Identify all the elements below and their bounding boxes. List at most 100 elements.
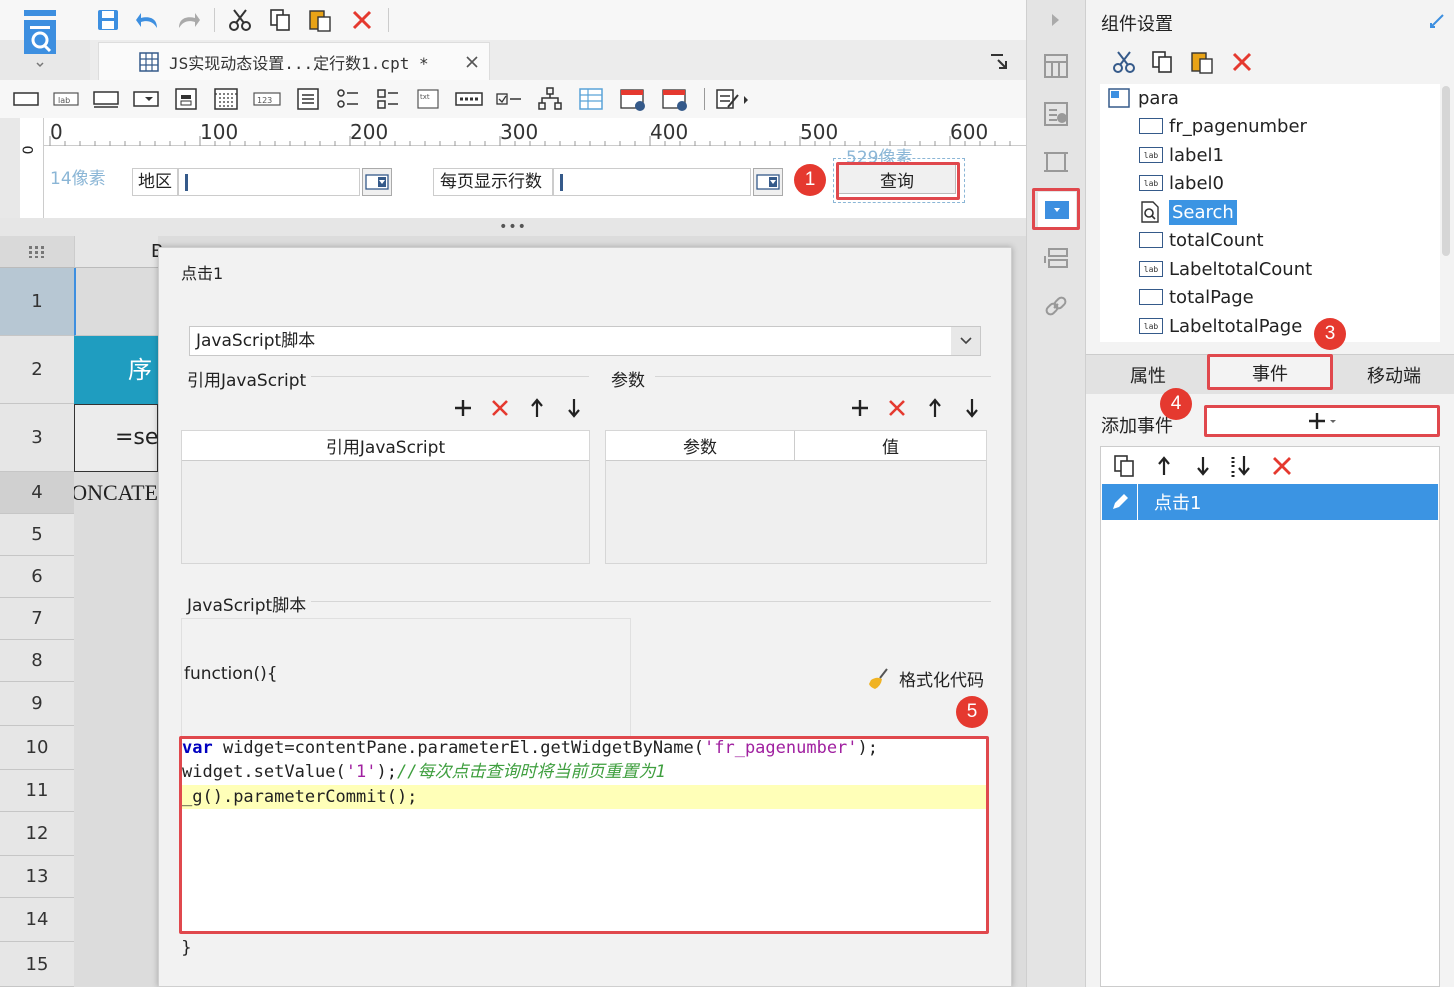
copy-widget-icon[interactable] xyxy=(1148,48,1176,76)
list-widget-icon[interactable] xyxy=(294,86,322,112)
move-up-param-icon[interactable] xyxy=(923,396,947,420)
close-icon[interactable] xyxy=(465,55,479,69)
date-range-widget-icon[interactable] xyxy=(618,84,648,114)
ruler-tick: 0 xyxy=(50,120,63,144)
number-widget-icon[interactable]: 123 xyxy=(252,88,282,110)
undo-icon[interactable] xyxy=(134,6,162,34)
text-widget-icon[interactable]: txt xyxy=(414,86,442,112)
label-rows-per-page[interactable]: 每页显示行数 xyxy=(433,168,553,196)
label-widget-icon[interactable]: lab xyxy=(52,88,80,110)
row-header[interactable]: 9 xyxy=(0,682,74,726)
expand-right-icon[interactable] xyxy=(1044,8,1068,32)
tree-item-label0[interactable]: lab label0 xyxy=(1139,169,1224,197)
tab-document[interactable]: JS实现动态设置...定行数1.cpt * xyxy=(98,42,490,80)
delete-icon[interactable] xyxy=(348,6,376,34)
add-ref-js-icon[interactable] xyxy=(451,396,475,420)
row-header[interactable]: 15 xyxy=(0,942,74,987)
checkbox-widget-icon[interactable] xyxy=(494,88,524,110)
tree-item-labeltotalpage[interactable]: lab LabeltotalPage xyxy=(1139,312,1302,340)
calendar-widget-icon[interactable] xyxy=(212,86,240,112)
save-icon[interactable] xyxy=(94,6,122,34)
row-header[interactable]: 5 xyxy=(0,514,74,556)
rows-combobox[interactable] xyxy=(553,168,751,196)
row-header[interactable]: 13 xyxy=(0,856,74,898)
row-header[interactable]: 6 xyxy=(0,556,74,598)
more-widgets-icon[interactable] xyxy=(712,86,752,112)
format-code-button[interactable]: 格式化代码 xyxy=(867,666,984,691)
cell-b3[interactable]: =se xyxy=(74,404,158,472)
tree-scrollbar[interactable] xyxy=(1442,86,1450,256)
textarea-widget-icon[interactable] xyxy=(92,88,120,110)
move-up-event-icon[interactable] xyxy=(1150,452,1178,480)
move-bottom-event-icon[interactable] xyxy=(1228,452,1256,480)
move-down-event-icon[interactable] xyxy=(1189,452,1217,480)
copy-event-icon[interactable] xyxy=(1110,452,1138,480)
cell-b4[interactable]: CONCATE xyxy=(74,472,158,514)
row-header[interactable]: 14 xyxy=(0,898,74,942)
dropdown-menu-icon[interactable] xyxy=(988,50,1012,72)
move-up-ref-js-icon[interactable] xyxy=(525,396,549,420)
remove-ref-js-icon[interactable] xyxy=(488,396,512,420)
row-header[interactable]: 1 xyxy=(0,268,74,336)
combobox-widget-icon[interactable] xyxy=(132,88,160,110)
textfield-widget-icon[interactable] xyxy=(12,88,40,110)
tree-item-totalcount[interactable]: totalCount xyxy=(1139,226,1264,254)
row-header[interactable]: 4 xyxy=(0,472,74,514)
datetime-widget-icon[interactable] xyxy=(660,84,690,114)
row-header[interactable]: 7 xyxy=(0,598,74,640)
label-region[interactable]: 地区 xyxy=(132,168,178,196)
cell-b1[interactable] xyxy=(74,268,158,336)
event-type-select[interactable]: JavaScript脚本 xyxy=(189,326,981,356)
form-info-icon[interactable] xyxy=(1040,98,1072,130)
cell-b2[interactable]: 序 xyxy=(74,336,158,404)
paste-icon[interactable] xyxy=(306,6,334,34)
tree-item-search[interactable]: Search xyxy=(1139,198,1237,226)
row-header[interactable]: 8 xyxy=(0,640,74,682)
link-icon[interactable] xyxy=(1040,290,1072,322)
redo-icon[interactable] xyxy=(174,6,202,34)
add-param-icon[interactable] xyxy=(848,396,872,420)
tree-item-para[interactable]: para xyxy=(1108,84,1179,112)
row-header[interactable]: 11 xyxy=(0,770,74,812)
column-header-b[interactable]: B xyxy=(74,236,163,268)
cut-icon[interactable] xyxy=(226,6,254,34)
radio-group-widget-icon[interactable] xyxy=(334,86,362,112)
row-header[interactable]: 2 xyxy=(0,336,74,404)
chevron-down-icon[interactable] xyxy=(951,327,980,355)
params-table[interactable]: 参数 值 xyxy=(605,430,987,564)
frame-icon[interactable] xyxy=(1040,146,1072,178)
row-header[interactable]: 10 xyxy=(0,726,74,770)
splitter-handle[interactable]: ••• xyxy=(0,218,1026,236)
tree-widget-icon[interactable] xyxy=(536,86,564,112)
date-widget-icon[interactable] xyxy=(172,86,200,112)
copy-icon[interactable] xyxy=(266,6,294,34)
select-all-icon[interactable] xyxy=(0,236,74,268)
move-down-ref-js-icon[interactable] xyxy=(562,396,586,420)
row-header[interactable]: 12 xyxy=(0,812,74,856)
tab-properties[interactable]: 属性 xyxy=(1100,360,1196,390)
event-item[interactable]: 点击1 xyxy=(1102,484,1438,520)
tree-item-labeltotalcount[interactable]: lab LabeltotalCount xyxy=(1139,255,1312,283)
components-icon[interactable] xyxy=(1040,242,1072,274)
cut-widget-icon[interactable] xyxy=(1110,48,1138,76)
checkbox-group-widget-icon[interactable] xyxy=(374,86,402,112)
region-combobox[interactable] xyxy=(178,168,360,196)
layout-icon[interactable] xyxy=(1040,50,1072,82)
tree-item-fr-pagenumber[interactable]: fr_pagenumber xyxy=(1139,112,1307,140)
form-icon xyxy=(1108,88,1130,108)
paste-widget-icon[interactable] xyxy=(1188,48,1216,76)
table-tree-widget-icon[interactable] xyxy=(576,86,606,112)
tree-item-totalpage[interactable]: totalPage xyxy=(1139,283,1254,311)
collapse-panel-icon[interactable] xyxy=(1426,10,1448,32)
move-down-param-icon[interactable] xyxy=(960,396,984,420)
region-dropdown-icon[interactable] xyxy=(362,168,392,196)
tree-item-label1[interactable]: lab label1 xyxy=(1139,141,1224,169)
tab-mobile[interactable]: 移动端 xyxy=(1342,360,1446,390)
remove-param-icon[interactable] xyxy=(885,396,909,420)
delete-widget-icon[interactable] xyxy=(1228,48,1256,76)
ref-js-table[interactable]: 引用JavaScript xyxy=(181,430,590,564)
password-widget-icon[interactable] xyxy=(454,88,484,110)
rows-dropdown-icon[interactable] xyxy=(753,168,783,196)
row-header[interactable]: 3 xyxy=(0,404,74,472)
delete-event-icon[interactable] xyxy=(1268,452,1296,480)
